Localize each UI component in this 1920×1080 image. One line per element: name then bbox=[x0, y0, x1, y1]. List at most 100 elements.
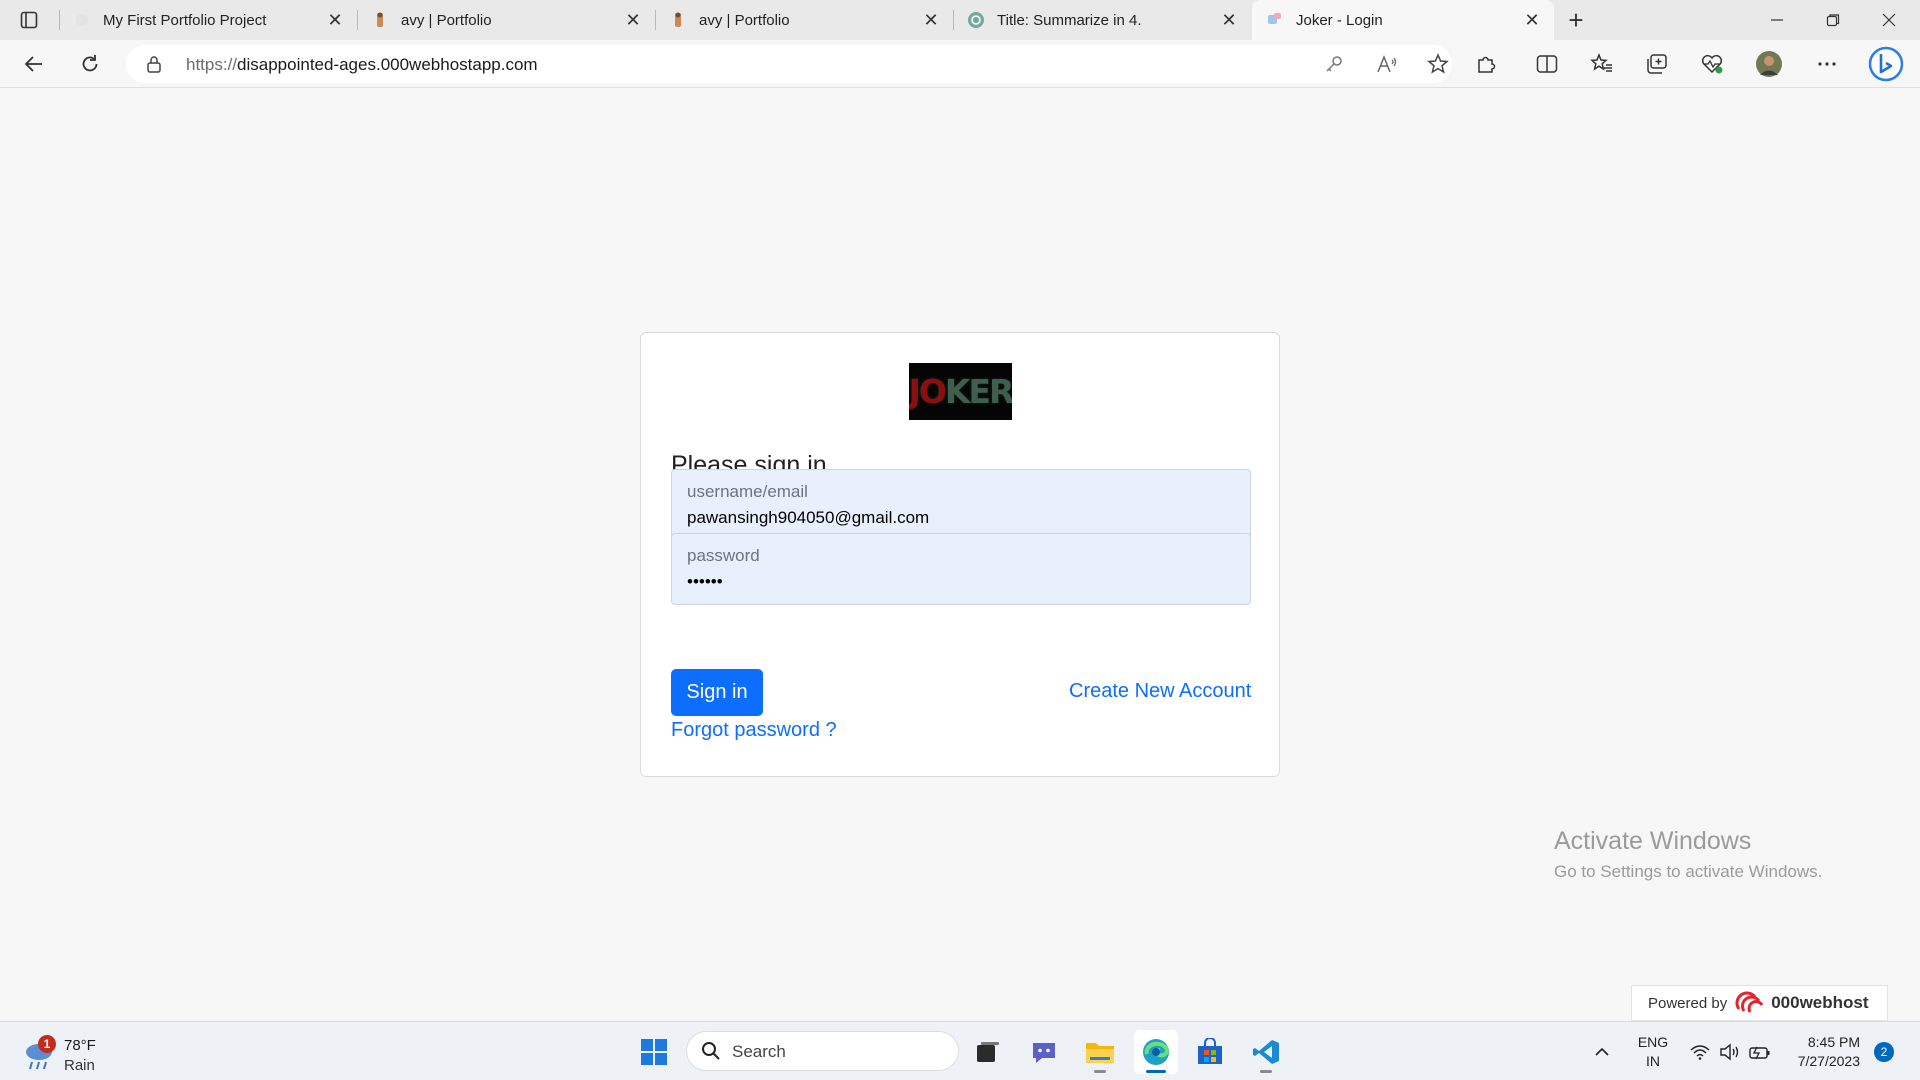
running-indicator bbox=[1260, 1070, 1272, 1073]
new-tab-button[interactable]: + bbox=[1560, 4, 1592, 36]
weather-alert-badge: 1 bbox=[38, 1035, 56, 1053]
url-text[interactable]: https://disappointed-ages.000webhostapp.… bbox=[186, 55, 538, 75]
logo-text-left: JO bbox=[909, 372, 947, 411]
password-field[interactable]: password •••••• bbox=[671, 533, 1251, 605]
taskbar: 1 78°F Rain Search ENG IN 8:45 PM 7/27/2… bbox=[0, 1021, 1920, 1080]
clock-time: 8:45 PM bbox=[1807, 1034, 1860, 1050]
browser-essentials-button[interactable] bbox=[1694, 46, 1730, 82]
username-field[interactable]: username/email pawansingh904050@gmail.co… bbox=[671, 469, 1251, 541]
favorite-star-button[interactable] bbox=[1420, 46, 1456, 82]
arrow-left-icon bbox=[24, 56, 42, 72]
close-tab-icon[interactable]: ✕ bbox=[1522, 10, 1542, 30]
extensions-button[interactable] bbox=[1468, 46, 1504, 82]
file-explorer-button[interactable] bbox=[1078, 1030, 1122, 1074]
heart-pulse-icon bbox=[1701, 54, 1723, 74]
minimize-button[interactable] bbox=[1749, 0, 1805, 40]
read-aloud-icon bbox=[1377, 54, 1397, 73]
more-horizontal-icon bbox=[1818, 62, 1836, 66]
notification-count-badge[interactable]: 2 bbox=[1874, 1042, 1894, 1062]
tab-separator bbox=[953, 10, 954, 30]
battery-button[interactable] bbox=[1742, 1030, 1778, 1074]
profile-button[interactable] bbox=[1751, 46, 1787, 82]
tab-joker-login[interactable]: Joker - Login ✕ bbox=[1252, 0, 1554, 40]
close-window-button[interactable] bbox=[1861, 0, 1917, 40]
tab-actions-button[interactable] bbox=[0, 0, 58, 40]
restore-icon bbox=[1826, 14, 1840, 27]
refresh-button[interactable] bbox=[72, 46, 108, 82]
edge-icon bbox=[1143, 1039, 1170, 1065]
plus-icon: + bbox=[1568, 4, 1584, 35]
back-button[interactable] bbox=[16, 46, 52, 82]
sign-in-button[interactable]: Sign in bbox=[671, 669, 763, 716]
taskbar-clock[interactable]: 8:45 PM 7/27/2023 bbox=[1786, 1033, 1860, 1071]
lock-icon[interactable] bbox=[146, 55, 162, 73]
refresh-icon bbox=[82, 55, 98, 72]
search-placeholder: Search bbox=[732, 1042, 786, 1061]
split-screen-button[interactable] bbox=[1529, 46, 1565, 82]
tab-avy-portfolio-2[interactable]: avy | Portfolio ✕ bbox=[655, 0, 953, 40]
favorites-button[interactable] bbox=[1584, 46, 1620, 82]
bing-icon bbox=[1868, 46, 1904, 82]
password-value[interactable]: •••••• bbox=[687, 572, 723, 592]
vscode-button[interactable] bbox=[1244, 1030, 1288, 1074]
login-card: JO KER Please sign in username/email pawa… bbox=[640, 332, 1280, 777]
running-indicator bbox=[1146, 1070, 1166, 1073]
puzzle-icon bbox=[1478, 56, 1496, 73]
collections-button[interactable] bbox=[1639, 46, 1675, 82]
password-key-button[interactable] bbox=[1316, 46, 1352, 82]
tab-summarize[interactable]: Title: Summarize in 4. ✕ bbox=[953, 0, 1251, 40]
language-indicator[interactable]: ENG IN bbox=[1636, 1033, 1670, 1071]
tab-title: Title: Summarize in 4. bbox=[997, 11, 1142, 29]
close-tab-icon[interactable]: ✕ bbox=[325, 10, 345, 30]
weather-widget[interactable]: 1 78°F Rain bbox=[22, 1030, 142, 1074]
close-icon bbox=[1882, 13, 1896, 27]
joker-favicon-icon bbox=[1266, 11, 1284, 29]
vscode-icon bbox=[1253, 1040, 1279, 1064]
username-value[interactable]: pawansingh904050@gmail.com bbox=[687, 508, 929, 528]
task-view-icon bbox=[977, 1042, 999, 1062]
settings-menu-button[interactable] bbox=[1809, 46, 1845, 82]
folder-icon bbox=[1086, 1043, 1114, 1063]
chevron-up-icon bbox=[1595, 1047, 1609, 1056]
weather-condition: Rain bbox=[64, 1057, 95, 1074]
start-button[interactable] bbox=[632, 1030, 676, 1074]
powered-by-badge[interactable]: Powered by 000webhost bbox=[1631, 985, 1888, 1021]
tab-separator bbox=[59, 10, 60, 30]
task-view-button[interactable] bbox=[966, 1030, 1010, 1074]
microsoft-store-button[interactable] bbox=[1188, 1030, 1232, 1074]
person-favicon-icon bbox=[371, 11, 389, 29]
restore-button[interactable] bbox=[1805, 0, 1861, 40]
edge-browser-button[interactable] bbox=[1134, 1030, 1178, 1074]
close-tab-icon[interactable]: ✕ bbox=[921, 10, 941, 30]
store-icon bbox=[1198, 1038, 1222, 1064]
favorites-icon bbox=[1590, 53, 1612, 72]
powered-by-brand: 000webhost bbox=[1771, 993, 1869, 1012]
split-screen-icon bbox=[1536, 55, 1558, 73]
star-icon bbox=[1427, 53, 1449, 74]
close-tab-icon[interactable]: ✕ bbox=[623, 10, 643, 30]
watermark-subtitle: Go to Settings to activate Windows. bbox=[1554, 862, 1823, 881]
tab-title: avy | Portfolio bbox=[401, 11, 492, 29]
tab-title: avy | Portfolio bbox=[699, 11, 790, 29]
tab-separator bbox=[357, 10, 358, 30]
forgot-password-link[interactable]: Forgot password ? bbox=[671, 719, 837, 742]
windows-logo-icon bbox=[641, 1039, 667, 1065]
tab-separator bbox=[655, 10, 656, 30]
taskbar-search-box[interactable]: Search bbox=[686, 1031, 959, 1071]
joker-logo: JO KER bbox=[909, 363, 1012, 420]
bing-chat-button[interactable] bbox=[1866, 44, 1906, 84]
chat-icon bbox=[1033, 1043, 1055, 1063]
address-bar[interactable]: https://disappointed-ages.000webhostapp.… bbox=[126, 45, 1452, 83]
avatar bbox=[1756, 51, 1782, 77]
show-hidden-icons-button[interactable] bbox=[1584, 1030, 1620, 1074]
read-aloud-button[interactable] bbox=[1369, 46, 1405, 82]
browser-toolbar: https://disappointed-ages.000webhostapp.… bbox=[0, 40, 1920, 88]
teams-chat-button[interactable] bbox=[1022, 1030, 1066, 1074]
create-account-link[interactable]: Create New Account bbox=[1069, 680, 1251, 703]
tab-avy-portfolio-1[interactable]: avy | Portfolio ✕ bbox=[357, 0, 655, 40]
close-tab-icon[interactable]: ✕ bbox=[1219, 10, 1239, 30]
language-code: ENG bbox=[1637, 1034, 1669, 1050]
tab-actions-icon bbox=[20, 11, 38, 29]
speaker-icon bbox=[1720, 1043, 1739, 1061]
tab-my-first-portfolio[interactable]: My First Portfolio Project ✕ bbox=[59, 0, 357, 40]
